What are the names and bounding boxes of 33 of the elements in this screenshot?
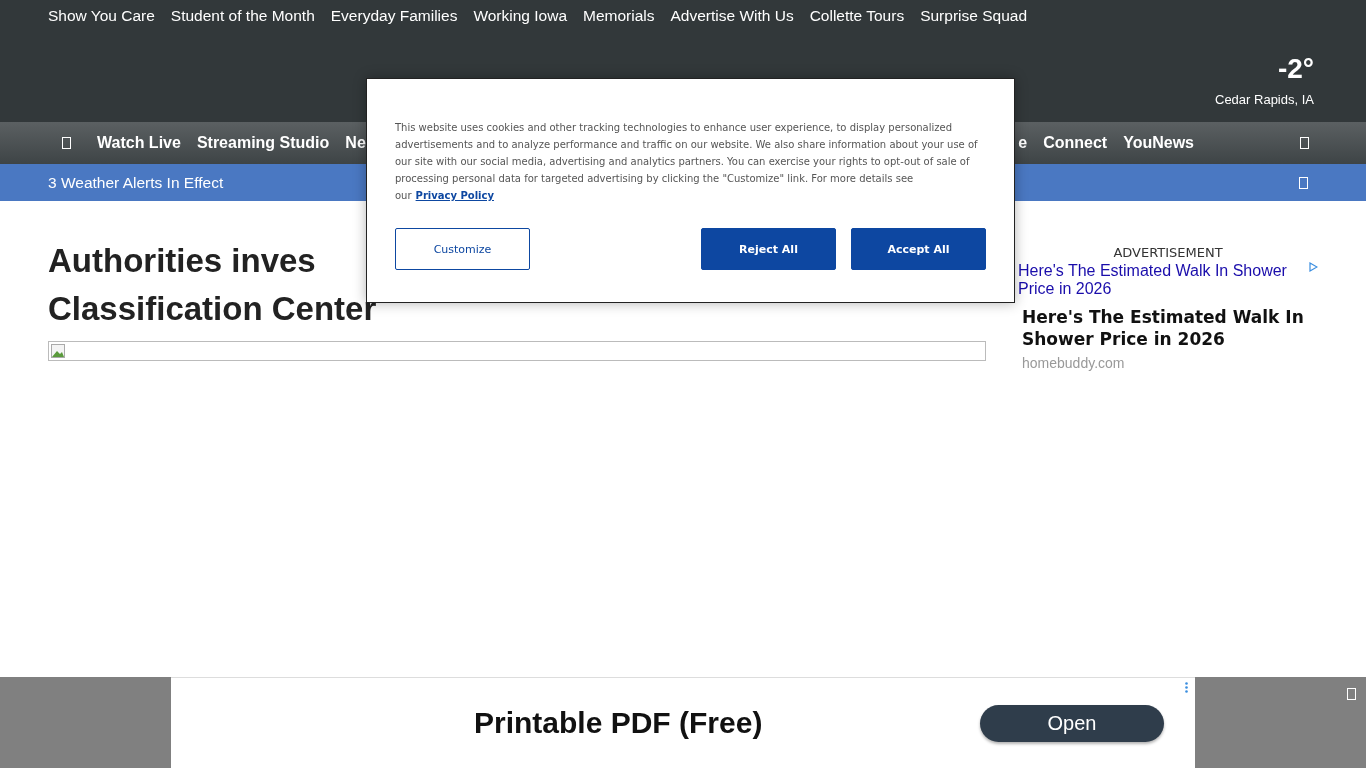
- ad-banner-title: Printable PDF (Free): [474, 706, 763, 740]
- top-link[interactable]: Collette Tours: [809, 7, 905, 25]
- nav-link[interactable]: e: [1018, 134, 1028, 152]
- nav-link[interactable]: YouNews: [1123, 134, 1194, 152]
- nav-link[interactable]: Watch Live: [97, 134, 181, 152]
- nav-link[interactable]: Connect: [1043, 134, 1108, 152]
- privacy-policy-link[interactable]: Privacy Policy: [415, 190, 494, 201]
- consent-button[interactable]: Accept All: [851, 228, 986, 270]
- nav-link[interactable]: Streaming Studio: [196, 134, 330, 152]
- broken-image-icon: [51, 344, 65, 358]
- ad-source: homebuddy.com: [1022, 355, 1126, 371]
- options-icon[interactable]: [1185, 682, 1188, 693]
- headline: Classification Center: [48, 289, 377, 329]
- top-link[interactable]: Show You Care: [48, 7, 155, 25]
- open-button[interactable]: Open: [980, 704, 1164, 742]
- consent-button[interactable]: Customize: [395, 228, 530, 270]
- temperature: -2°: [1277, 52, 1314, 86]
- headline: Authorities inves: [48, 241, 316, 281]
- advertisement-label: ADVERTISEMENT: [1112, 245, 1224, 260]
- top-link[interactable]: Memorials: [583, 7, 655, 25]
- ad-title[interactable]: Here's The Estimated Walk In Shower Price in 2026: [1022, 306, 1318, 350]
- ad-image-link[interactable]: Here's The Estimated Walk In Shower Price in 2026: [1018, 262, 1309, 298]
- top-link[interactable]: Advertise With Us: [670, 7, 794, 25]
- cookie-notice-text: This website uses cookies and other tracking technologies to enhance user experience, to display personalized advertisements and to analyze performance and traffic on our website. We also share information about your use of our site with our social media, advertising and analytics partners. You can exercise your rights to opt-out of sale of processing personal data for targeted advertising by clicking the "Customize" link. For more details see our Privacy Policy: [395, 121, 979, 203]
- ad-choices-icon[interactable]: [1309, 262, 1318, 272]
- top-link[interactable]: Working Iowa: [473, 7, 567, 25]
- nav-link[interactable]: Ne: [345, 134, 366, 152]
- top-link[interactable]: Surprise Squad: [920, 7, 1027, 25]
- consent-button[interactable]: Reject All: [701, 228, 836, 270]
- weather-location: Cedar Rapids, IA: [1215, 92, 1314, 107]
- top-link[interactable]: Everyday Families: [330, 7, 458, 25]
- weather-alerts-text[interactable]: 3 Weather Alerts In Effect: [48, 173, 224, 192]
- top-link[interactable]: Student of the Month: [170, 7, 315, 25]
